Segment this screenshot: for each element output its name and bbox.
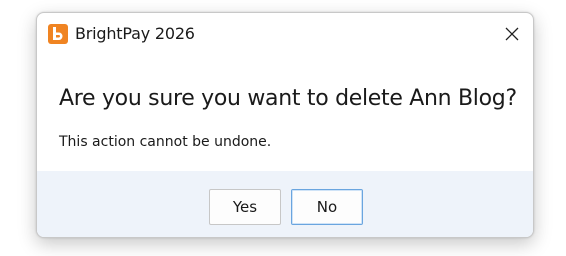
main-instruction: Are you sure you want to delete Ann Blog… [59, 86, 517, 111]
yes-button[interactable]: Yes [209, 189, 281, 225]
title-bar: BrightPay 2026 [37, 13, 533, 55]
brightpay-logo-icon [48, 24, 68, 44]
window-title: BrightPay 2026 [75, 24, 195, 43]
no-button[interactable]: No [291, 189, 363, 225]
close-button[interactable] [495, 17, 529, 51]
confirm-delete-dialog: BrightPay 2026 Are you sure you want to … [36, 12, 534, 238]
button-footer: Yes No [37, 171, 533, 237]
close-icon [505, 27, 519, 41]
dialog-content: Are you sure you want to delete Ann Blog… [37, 55, 533, 171]
content-text: This action cannot be undone. [59, 134, 272, 150]
